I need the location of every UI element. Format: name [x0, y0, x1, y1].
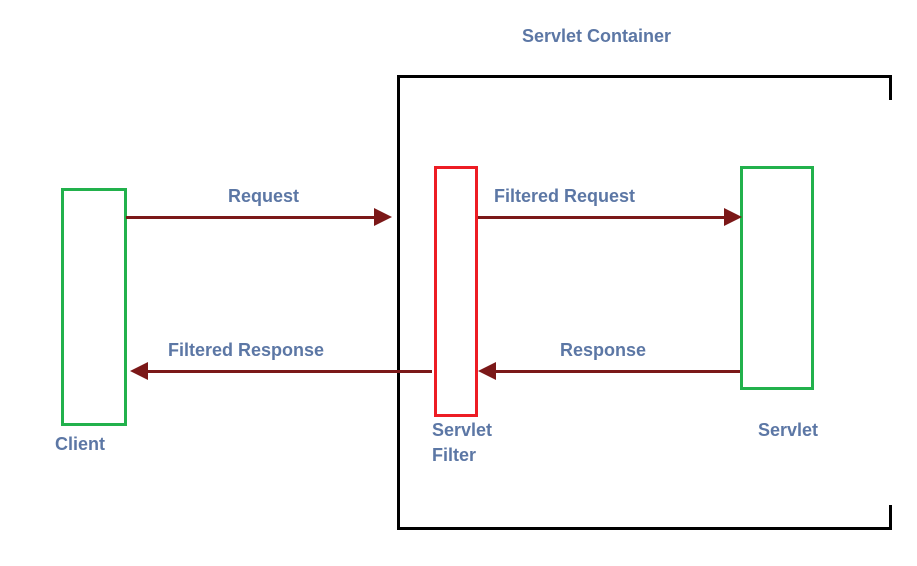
response-label: Response [560, 340, 646, 361]
filter-label-line2: Filter [432, 445, 476, 466]
container-bracket-top [397, 75, 892, 78]
filtered-response-arrow-line [142, 370, 432, 373]
filter-label-line1: Servlet [432, 420, 492, 441]
request-arrow-head [374, 208, 392, 226]
servlet-filter-box [434, 166, 478, 417]
servlet-label: Servlet [758, 420, 818, 441]
filtered-response-label: Filtered Response [168, 340, 324, 361]
filtered-request-arrow-head [724, 208, 742, 226]
servlet-container-label: Servlet Container [522, 26, 671, 47]
filtered-request-label: Filtered Request [494, 186, 635, 207]
response-arrow-line [490, 370, 740, 373]
request-arrow-line [126, 216, 380, 219]
client-box [61, 188, 127, 426]
container-bracket-right-bottom [889, 505, 892, 530]
response-arrow-head [478, 362, 496, 380]
request-label: Request [228, 186, 299, 207]
container-bracket-left [397, 75, 400, 530]
filtered-response-arrow-head [130, 362, 148, 380]
container-bracket-right-top [889, 75, 892, 100]
filtered-request-arrow-line [478, 216, 732, 219]
container-bracket-bottom [397, 527, 892, 530]
servlet-box [740, 166, 814, 390]
client-label: Client [55, 434, 105, 455]
